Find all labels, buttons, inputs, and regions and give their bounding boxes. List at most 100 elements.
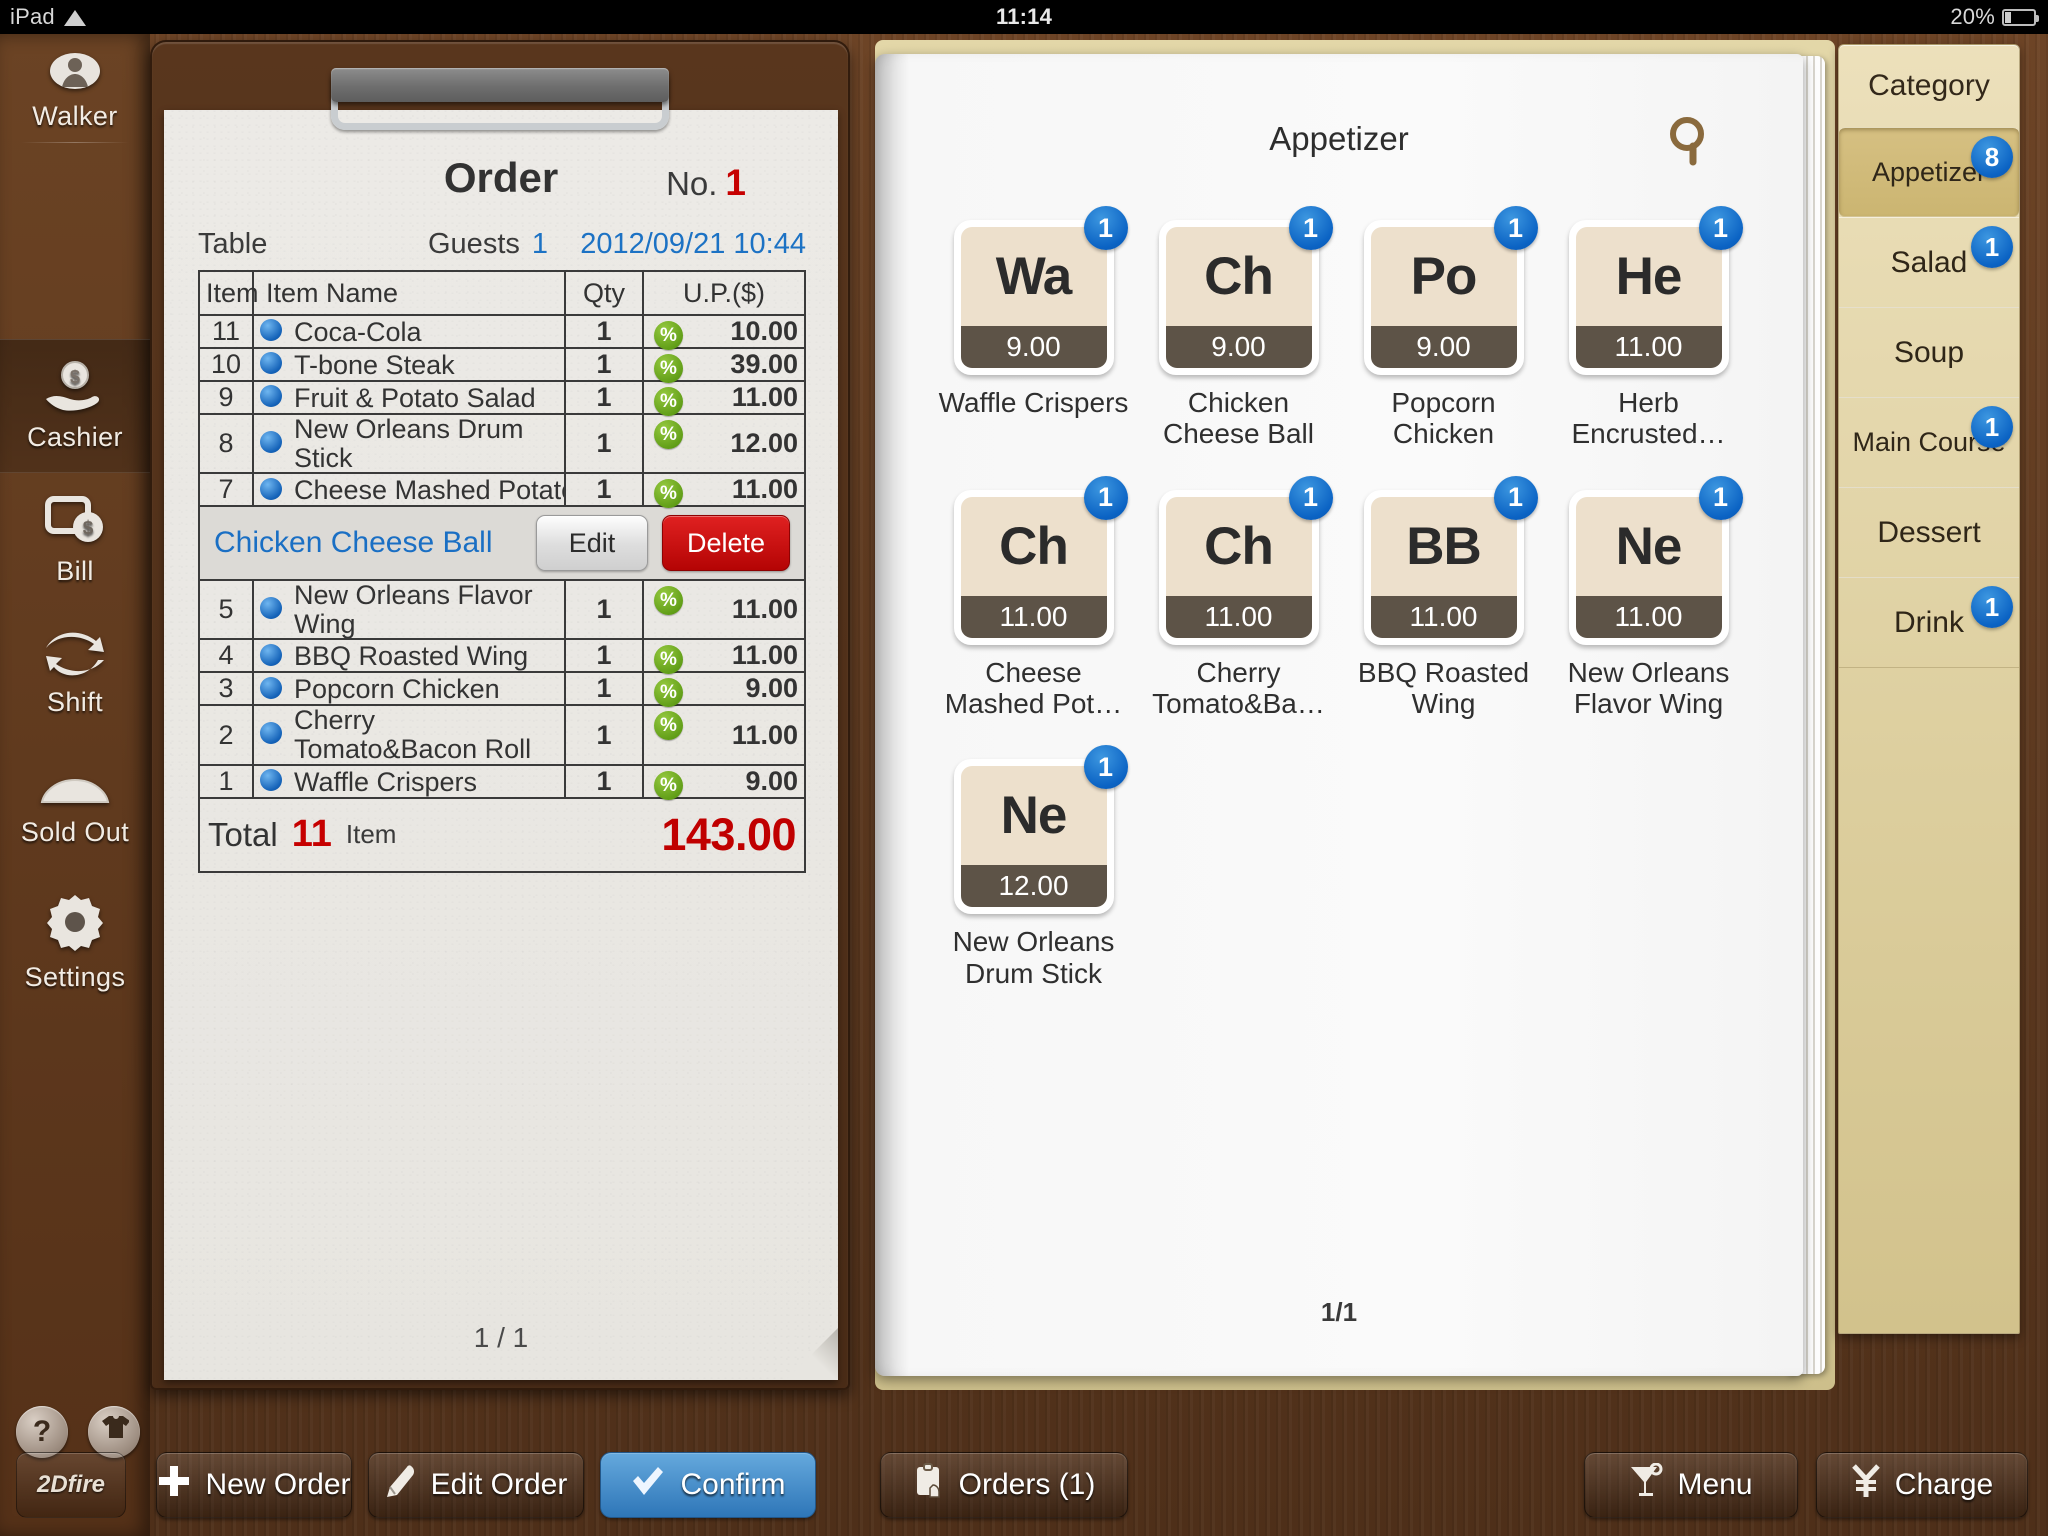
orders-label: Orders (1) bbox=[958, 1468, 1096, 1501]
tile-label: New Orleans Drum Stick bbox=[952, 926, 1115, 989]
tile-card[interactable]: Wa 9.00 1 bbox=[953, 206, 1128, 375]
menu-item-tile[interactable]: Ne 12.00 1 New Orleans Drum Stick bbox=[931, 745, 1136, 989]
category-item-main-course[interactable]: Main Course 1 bbox=[1839, 397, 2019, 487]
charge-button[interactable]: Charge bbox=[1816, 1452, 2028, 1518]
menu-item-tile[interactable]: He 11.00 1 Herb Encrusted… bbox=[1546, 206, 1751, 450]
col-item-name: Item Name bbox=[252, 270, 566, 316]
guests-value: 1 bbox=[531, 228, 549, 260]
category-item-soup[interactable]: Soup bbox=[1839, 307, 2019, 397]
table-row[interactable]: 5 New Orleans Flavor Wing 1% 11.00 bbox=[198, 579, 806, 641]
row-index: 3 bbox=[198, 671, 254, 707]
tile-card[interactable]: BB 11.00 1 bbox=[1363, 475, 1538, 645]
sidebar-item-cashier[interactable]: $ Cashier bbox=[0, 339, 150, 473]
sidebar-item-bill-label: Bill bbox=[56, 556, 94, 586]
category-item-appetizer[interactable]: Appetizer 8 bbox=[1839, 127, 2019, 217]
sidebar-user[interactable]: Walker bbox=[0, 34, 150, 142]
category-title: Category bbox=[1868, 69, 1990, 102]
bullet-icon bbox=[260, 676, 282, 699]
menu-item-tile[interactable]: Ch 11.00 1 Cherry Tomato&Ba… bbox=[1136, 475, 1341, 720]
table-row[interactable]: 1 Waffle Crispers 1% 9.00 bbox=[198, 763, 806, 800]
battery-icon bbox=[2002, 8, 2039, 26]
menu-page-indicator: 1/1 bbox=[1320, 1297, 1358, 1327]
menu-item-tile[interactable]: Po 9.00 1 Popcorn Chicken bbox=[1341, 206, 1546, 450]
row-unit-price: % 11.00 bbox=[642, 579, 806, 641]
category-item-salad[interactable]: Salad 1 bbox=[1839, 217, 2019, 307]
tile-abbreviation: He bbox=[1575, 227, 1722, 326]
menu-button[interactable]: Menu bbox=[1584, 1452, 1798, 1518]
user-avatar-icon bbox=[49, 50, 101, 97]
tile-abbreviation: Ne bbox=[960, 766, 1107, 866]
edit-order-button[interactable]: Edit Order bbox=[368, 1452, 584, 1518]
sidebar-item-shift[interactable]: Shift bbox=[0, 607, 150, 741]
order-datetime: 2012/09/21 10:44 bbox=[580, 228, 806, 260]
order-table-header: Item Item Name Qty U.P.($) bbox=[198, 270, 806, 316]
table-row[interactable]: 10 T-bone Steak 1% 39.00 bbox=[198, 347, 806, 383]
total-label: Total bbox=[208, 815, 278, 853]
row-qty: 1 bbox=[564, 347, 644, 382]
table-row[interactable]: 7 Cheese Mashed Potato 1% 11.00 bbox=[198, 472, 806, 509]
menu-item-tile[interactable]: Wa 9.00 1 Waffle Crispers bbox=[931, 206, 1136, 450]
tile-quantity-badge: 1 bbox=[1288, 206, 1333, 250]
table-row[interactable]: 3 Popcorn Chicken 1% 9.00 bbox=[198, 671, 806, 708]
tile-card[interactable]: Ch 11.00 1 bbox=[1158, 475, 1333, 645]
bullet-icon bbox=[260, 477, 282, 500]
tile-card[interactable]: Ch 9.00 1 bbox=[1158, 206, 1333, 375]
row-item-name: Waffle Crispers bbox=[252, 763, 566, 799]
menu-item-tile[interactable]: BB 11.00 1 BBQ Roasted Wing bbox=[1341, 475, 1546, 720]
clipboard-clip bbox=[305, 62, 695, 132]
clipboard-icon bbox=[913, 1463, 945, 1507]
discount-badge-icon: % bbox=[654, 354, 683, 383]
tile-label: Cheese Mashed Pot… bbox=[944, 656, 1123, 720]
row-unit-price: % 39.00 bbox=[642, 347, 806, 383]
tile-abbreviation: Ch bbox=[960, 496, 1107, 596]
delete-item-button[interactable]: Delete bbox=[662, 515, 790, 572]
tile-label: Waffle Crispers bbox=[938, 387, 1129, 418]
tile-card[interactable]: Ne 12.00 1 bbox=[953, 745, 1128, 915]
sidebar-item-sold-out[interactable]: Sold Out bbox=[0, 741, 150, 875]
sidebar-item-settings[interactable]: Settings bbox=[0, 875, 150, 1009]
category-rail: Category Appetizer 8 Salad 1 Soup Main Course… bbox=[1838, 44, 2020, 1334]
tile-abbreviation: BB bbox=[1370, 496, 1517, 596]
row-qty: 1 bbox=[564, 638, 644, 674]
tile-card[interactable]: He 11.00 1 bbox=[1568, 206, 1743, 375]
table-row[interactable]: 4 BBQ Roasted Wing 1% 11.00 bbox=[198, 638, 806, 675]
table-row[interactable]: 2 Cherry Tomato&Bacon Roll 1% 11.00 bbox=[198, 704, 806, 766]
menu-item-tile[interactable]: Ch 11.00 1 Cheese Mashed Pot… bbox=[931, 475, 1136, 720]
orders-button[interactable]: Orders (1) bbox=[880, 1452, 1128, 1518]
edit-item-button[interactable]: Edit bbox=[536, 515, 648, 572]
tile-quantity-badge: 1 bbox=[1698, 206, 1743, 250]
menu-item-tile[interactable]: Ne 11.00 1 New Orleans Flavor Wing bbox=[1546, 475, 1751, 720]
row-index: 10 bbox=[198, 347, 254, 382]
category-item-dessert[interactable]: Dessert bbox=[1839, 487, 2019, 577]
table-row[interactable]: 8 New Orleans Drum Stick 1% 12.00 bbox=[198, 412, 806, 475]
bullet-icon bbox=[260, 596, 282, 619]
col-qty: Qty bbox=[564, 270, 644, 316]
search-icon[interactable] bbox=[1663, 112, 1717, 166]
tile-abbreviation: Ne bbox=[1575, 496, 1722, 596]
category-badge: 1 bbox=[1971, 226, 2013, 268]
tile-card[interactable]: Ch 11.00 1 bbox=[953, 475, 1128, 645]
menu-book-panel: Appetizer Wa 9.00 1 Waffle Crispers Ch 9.00 1 C… bbox=[875, 40, 1835, 1390]
menu-item-tile[interactable]: Ch 9.00 1 Chicken Cheese Ball bbox=[1136, 206, 1341, 450]
confirm-button[interactable]: Confirm bbox=[600, 1452, 816, 1518]
table-label: Table bbox=[198, 228, 268, 260]
row-index: 7 bbox=[198, 472, 254, 508]
new-order-label: New Order bbox=[205, 1468, 351, 1501]
tile-abbreviation: Ch bbox=[1165, 227, 1312, 326]
tile-quantity-badge: 1 bbox=[1288, 475, 1333, 520]
table-row[interactable]: 9 Fruit & Potato Salad 1% 11.00 bbox=[198, 380, 806, 416]
order-receipt: Order No. 1 Table Guests 1 2012/09/21 10:4… bbox=[164, 110, 838, 1380]
cocktail-icon bbox=[1629, 1462, 1663, 1507]
sidebar-item-sold-out-label: Sold Out bbox=[20, 817, 130, 847]
category-item-drink[interactable]: Drink 1 bbox=[1839, 577, 2019, 667]
tile-card[interactable]: Ne 11.00 1 bbox=[1568, 475, 1743, 645]
sidebar-item-bill[interactable]: $ Bill bbox=[0, 473, 150, 607]
table-row[interactable]: 11 Coca-Cola 1% 10.00 bbox=[198, 314, 806, 350]
col-unit-price: U.P.($) bbox=[642, 270, 806, 316]
category-badge: 1 bbox=[1971, 586, 2013, 628]
new-order-button[interactable]: New Order bbox=[156, 1452, 352, 1518]
bullet-icon bbox=[260, 385, 282, 408]
tile-card[interactable]: Po 9.00 1 bbox=[1363, 206, 1538, 375]
menu-page: Appetizer Wa 9.00 1 Waffle Crispers Ch 9.00 1 C… bbox=[875, 54, 1803, 1376]
total-count: 11 bbox=[291, 813, 332, 856]
